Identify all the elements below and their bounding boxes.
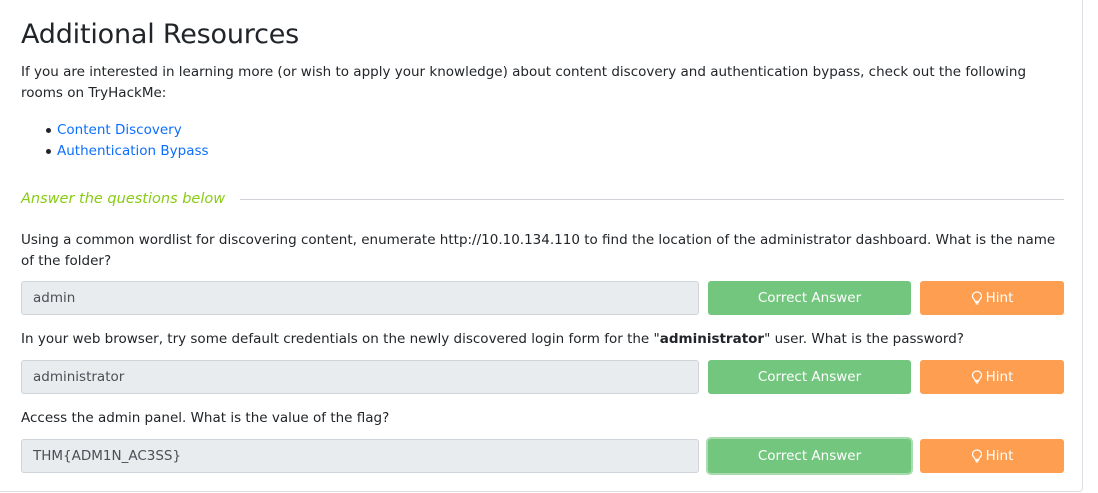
divider [240, 198, 1064, 200]
task-title: Additional Resources [21, 19, 300, 50]
hint-button-3[interactable]: Hint [920, 439, 1064, 473]
question-1-text: Using a common wordlist for discovering … [21, 232, 1056, 269]
hint-button-2[interactable]: Hint [920, 360, 1064, 394]
question-3-text: Access the admin panel. What is the valu… [21, 410, 390, 426]
question-2-text-bold: administrator [659, 331, 765, 347]
lightbulb-icon [971, 291, 982, 305]
hint-label-1: Hint [985, 290, 1014, 306]
questions-header-label: Answer the questions below [21, 191, 226, 207]
question-2-text-before: In your web browser, try some default cr… [21, 331, 660, 347]
answer-input-1[interactable]: admin [21, 281, 699, 315]
lightbulb-icon [971, 449, 982, 463]
correct-answer-button-2[interactable]: Correct Answer [708, 360, 911, 394]
correct-answer-button-1[interactable]: Correct Answer [708, 281, 911, 315]
list-item: Authentication Bypass [21, 141, 209, 162]
hint-label-2: Hint [985, 369, 1014, 385]
answer-input-3[interactable]: THM{ADM1N_AC3SS} [21, 439, 699, 473]
answer-input-2[interactable]: administrator [21, 360, 699, 394]
list-item: Content Discovery [21, 120, 209, 141]
resource-links: Content Discovery Authentication Bypass [21, 120, 209, 162]
link-authentication-bypass[interactable]: Authentication Bypass [57, 143, 209, 159]
hint-button-1[interactable]: Hint [920, 281, 1064, 315]
question-2-text-after: " user. What is the password? [764, 331, 964, 347]
task-card: Additional Resources If you are interest… [0, 0, 1083, 492]
link-content-discovery[interactable]: Content Discovery [57, 122, 182, 138]
question-2-text: In your web browser, try some default cr… [21, 329, 1066, 350]
lightbulb-icon [971, 370, 982, 384]
task-intro: If you are interested in learning more (… [21, 64, 1027, 101]
hint-label-3: Hint [985, 448, 1014, 464]
questions-header: Answer the questions below [21, 191, 1064, 207]
correct-answer-button-3[interactable]: Correct Answer [708, 439, 911, 473]
